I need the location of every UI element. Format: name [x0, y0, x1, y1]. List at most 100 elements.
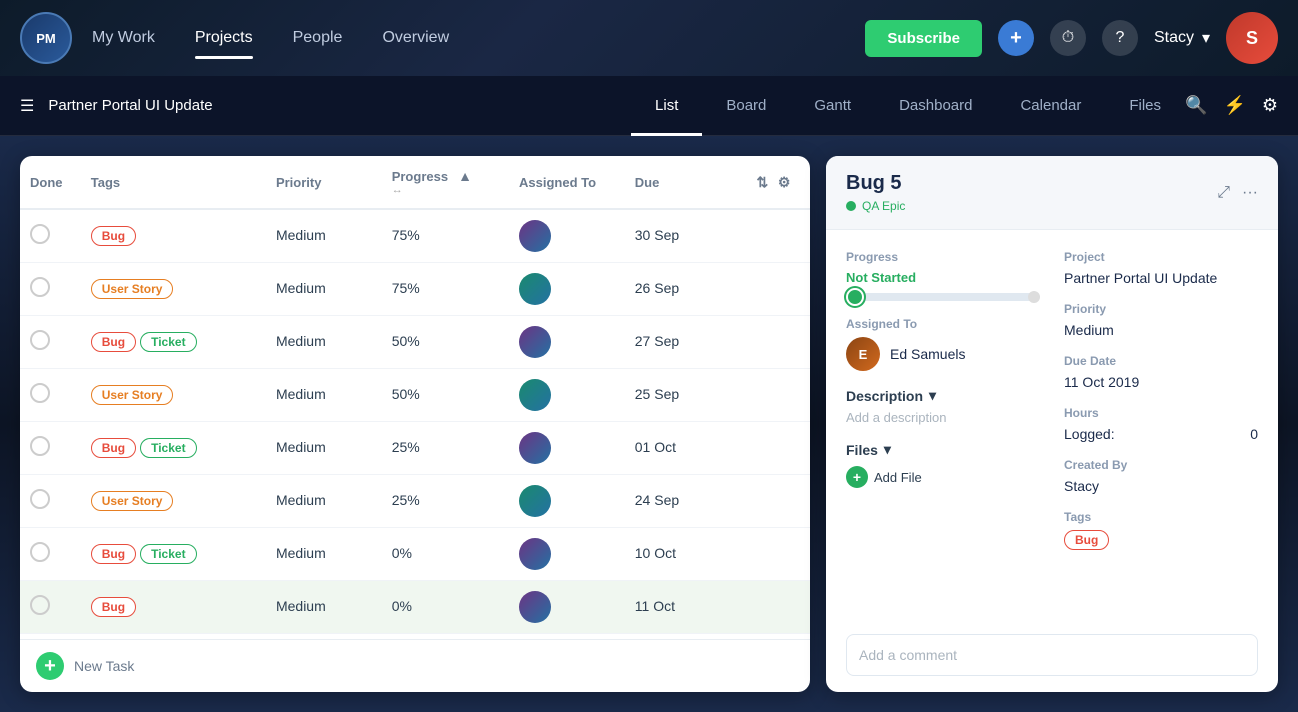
nav-projects[interactable]: Projects	[195, 21, 253, 55]
settings-icon[interactable]: ⚙	[1262, 95, 1278, 116]
user-menu[interactable]: Stacy ▾	[1154, 28, 1210, 48]
detail-right-col: Project Partner Portal UI Update Priorit…	[1064, 250, 1258, 550]
nav-people[interactable]: People	[293, 21, 343, 55]
table-row[interactable]: BugTicket Medium 0% 10 Oct	[20, 528, 810, 581]
subscribe-button[interactable]: Subscribe	[865, 20, 982, 57]
timer-icon[interactable]: ⏱	[1050, 20, 1086, 56]
files-chevron-icon[interactable]: ▾	[884, 441, 891, 458]
new-task-label[interactable]: New Task	[74, 658, 134, 674]
tag-user-story[interactable]: User Story	[91, 491, 174, 511]
expand-icon[interactable]: ⤢	[1217, 184, 1230, 202]
tag-bug[interactable]: Bug	[91, 332, 136, 352]
tab-dashboard[interactable]: Dashboard	[875, 76, 996, 136]
table-row[interactable]: User Story Medium 75% 26 Sep	[20, 263, 810, 316]
hamburger-icon[interactable]: ☰	[20, 96, 34, 116]
detail-body: Progress Not Started Assigned To E Ed Sa…	[826, 230, 1278, 634]
user-avatar[interactable]: S	[1226, 12, 1278, 64]
tab-list[interactable]: List	[631, 76, 702, 136]
hours-logged-value: 0	[1250, 426, 1258, 442]
epic-label: QA Epic	[862, 199, 905, 213]
due-value: 11 Oct	[635, 598, 675, 614]
task-checkbox[interactable]	[30, 595, 50, 615]
table-row[interactable]: User Story Medium 25% 24 Sep	[20, 475, 810, 528]
sort-action-icon[interactable]: ⇅	[757, 174, 769, 190]
description-header[interactable]: Description ▾	[846, 387, 1040, 404]
add-icon[interactable]: +	[998, 20, 1034, 56]
add-task-icon[interactable]: +	[36, 652, 64, 680]
assigned-user: E Ed Samuels	[846, 337, 1040, 371]
more-icon[interactable]: ···	[1242, 184, 1258, 202]
col-header-progress[interactable]: Progress ▲ ↔	[382, 156, 509, 209]
tab-files[interactable]: Files	[1105, 76, 1185, 136]
avatar	[519, 485, 551, 517]
comment-box[interactable]: Add a comment	[846, 634, 1258, 676]
detail-title-section: Bug 5 QA Epic	[846, 172, 905, 213]
tag-ticket[interactable]: Ticket	[140, 544, 196, 564]
created-by-label: Created By	[1064, 458, 1258, 472]
cell-done	[20, 422, 81, 475]
tag-user-story[interactable]: User Story	[91, 279, 174, 299]
filter-action-icon[interactable]: ⚙	[778, 174, 791, 190]
created-by-field: Created By Stacy	[1064, 458, 1258, 494]
sort-icon[interactable]: ▲	[458, 168, 472, 184]
cell-progress: 0%	[382, 581, 509, 634]
tag-user-story[interactable]: User Story	[91, 385, 174, 405]
tab-gantt[interactable]: Gantt	[790, 76, 875, 136]
tag-bug[interactable]: Bug	[91, 544, 136, 564]
progress-bar-track[interactable]	[846, 293, 1040, 301]
table-row[interactable]: Bug Medium 75% 30 Sep	[20, 209, 810, 263]
table-row[interactable]: Bug Medium 0% 11 Oct	[20, 581, 810, 634]
table-row[interactable]: User Story Medium 50% 25 Sep	[20, 369, 810, 422]
cell-actions	[741, 475, 810, 528]
avatar	[519, 432, 551, 464]
cell-tags: User Story	[81, 263, 266, 316]
cell-due: 24 Sep	[625, 475, 741, 528]
cell-done	[20, 581, 81, 634]
user-chevron-icon: ▾	[1202, 28, 1210, 48]
user-name-label: Stacy	[1154, 29, 1194, 47]
cell-due: 27 Sep	[625, 316, 741, 369]
help-icon[interactable]: ?	[1102, 20, 1138, 56]
add-file-button[interactable]: + Add File	[846, 466, 1040, 488]
task-checkbox[interactable]	[30, 224, 50, 244]
add-file-label: Add File	[874, 470, 922, 485]
table-row[interactable]: BugTicket Medium 50% 27 Sep	[20, 316, 810, 369]
task-checkbox[interactable]	[30, 542, 50, 562]
cell-priority: Medium	[266, 263, 382, 316]
tag-ticket[interactable]: Ticket	[140, 438, 196, 458]
resize-handle[interactable]: ↔	[392, 184, 499, 196]
avatar	[519, 591, 551, 623]
task-checkbox[interactable]	[30, 277, 50, 297]
avatar	[519, 326, 551, 358]
search-icon[interactable]: 🔍	[1185, 95, 1207, 116]
files-header[interactable]: Files ▾	[846, 441, 1040, 458]
description-placeholder[interactable]: Add a description	[846, 410, 1040, 425]
task-checkbox[interactable]	[30, 330, 50, 350]
tag-bug[interactable]: Bug	[91, 226, 136, 246]
new-task-bar: + New Task	[20, 639, 810, 692]
tab-calendar[interactable]: Calendar	[996, 76, 1105, 136]
description-label: Description	[846, 388, 923, 404]
col-header-done: Done	[20, 156, 81, 209]
task-checkbox[interactable]	[30, 436, 50, 456]
nav-mywork[interactable]: My Work	[92, 21, 155, 55]
cell-assigned	[509, 581, 625, 634]
tag-ticket[interactable]: Ticket	[140, 332, 196, 352]
due-value: 01 Oct	[635, 439, 676, 455]
cell-due: 26 Sep	[625, 263, 741, 316]
nav-overview[interactable]: Overview	[382, 21, 449, 55]
filter-icon[interactable]: ⚡	[1223, 95, 1245, 116]
tab-board[interactable]: Board	[702, 76, 790, 136]
due-value: 26 Sep	[635, 280, 679, 296]
table-row[interactable]: BugTicket Medium 25% 01 Oct	[20, 422, 810, 475]
detail-panel: Bug 5 QA Epic ⤢ ··· Progress Not Started	[826, 156, 1278, 692]
tag-bug[interactable]: Bug	[91, 438, 136, 458]
tag-bug[interactable]: Bug	[91, 597, 136, 617]
task-checkbox[interactable]	[30, 489, 50, 509]
detail-title: Bug 5	[846, 172, 905, 195]
cell-assigned	[509, 209, 625, 263]
task-checkbox[interactable]	[30, 383, 50, 403]
progress-bar-handle[interactable]	[846, 288, 864, 306]
description-chevron-icon[interactable]: ▾	[929, 387, 936, 404]
tag-bug[interactable]: Bug	[1064, 530, 1109, 550]
